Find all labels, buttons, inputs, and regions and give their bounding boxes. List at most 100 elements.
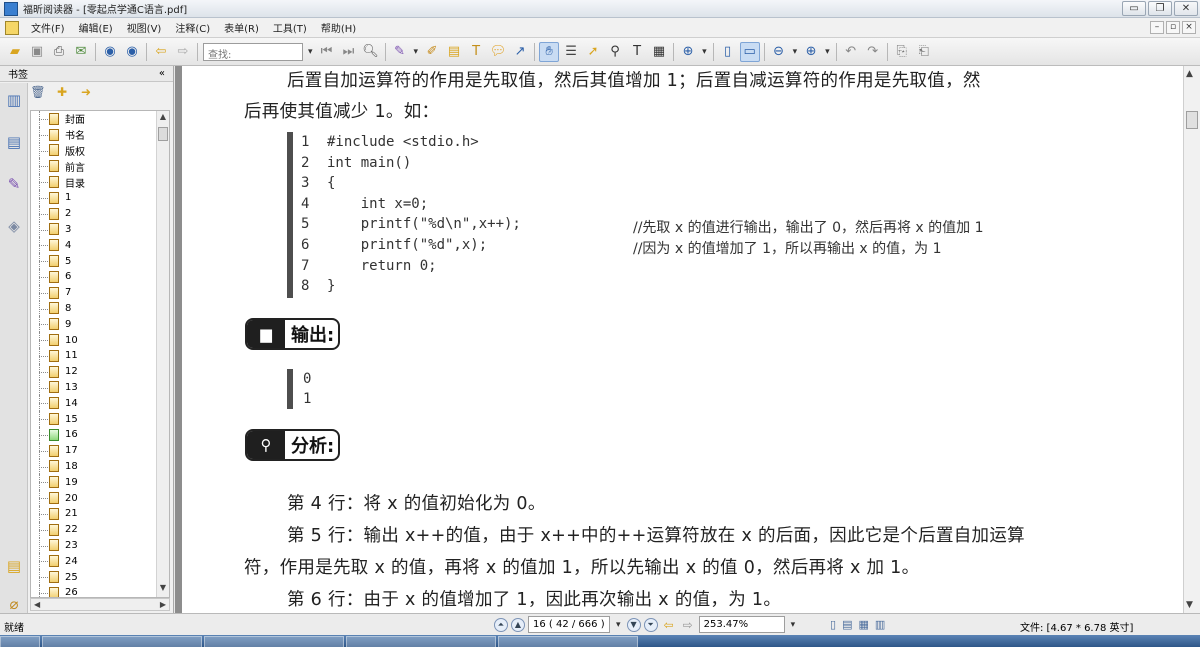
bookmark-item[interactable]: 书名 [31,126,169,143]
search-input[interactable]: 查找: [203,42,303,61]
close-button[interactable]: ✕ [1174,1,1198,16]
bookmark-item[interactable]: 目录 [31,174,169,190]
menu-help[interactable]: 帮助(H) [314,20,363,35]
single-page-icon[interactable]: ▯ [830,618,836,631]
bookmark-item[interactable]: 16 [31,426,169,443]
zoom-dropdown-icon[interactable]: ▾ [702,47,707,57]
binoculars-icon[interactable]: ⚲ [605,42,625,62]
open-icon[interactable]: ▰ [5,42,25,62]
bookmark-options-icon[interactable]: ➜ [78,85,94,99]
fit-width-icon[interactable]: ▭ [739,41,760,62]
search-dropdown-icon[interactable]: ▾ [308,47,313,57]
prev-page-icon[interactable]: ▲ [511,617,525,632]
doc-close-button[interactable]: × [1182,21,1196,34]
annotate-icon[interactable]: ✎ [390,42,410,62]
bookmark-item[interactable]: 21 [31,505,169,522]
scroll-right-icon[interactable]: ▶ [160,600,166,609]
bookmark-item[interactable]: 8 [31,300,169,317]
email-icon[interactable]: ✉ [71,42,91,62]
bookmark-item[interactable]: 15 [31,411,169,427]
collapse-panel-button[interactable]: « [159,68,165,79]
next-page-icon[interactable]: ◉ [122,42,142,62]
taskbar-button[interactable] [204,636,344,647]
history-forward-icon[interactable]: ⇨ [683,618,693,632]
fit-page-icon[interactable]: ▯ [718,42,738,62]
bookmark-hscrollbar[interactable]: ◀ ▶ [30,598,170,611]
bookmark-item[interactable]: 20 [31,490,169,506]
bookmark-item[interactable]: 9 [31,316,169,332]
back-icon[interactable]: ⇦ [151,42,171,62]
menu-file[interactable]: 文件(F) [24,20,72,35]
attachments-tab-icon[interactable]: ⌀ [3,593,25,615]
bookmark-item[interactable]: 22 [31,521,169,538]
bookmark-item[interactable]: 1 [31,189,169,206]
bookmarks-tab-icon[interactable]: ▥ [3,89,25,111]
search-icon[interactable]: 🔍︎ [361,42,381,62]
menu-tools[interactable]: 工具(T) [266,20,314,35]
menu-form[interactable]: 表单(R) [217,20,266,35]
next-page-icon[interactable]: ▼ [626,617,641,632]
history-back-icon[interactable]: ⇦ [664,618,674,632]
scroll-down-icon[interactable]: ▼ [157,583,169,596]
forward-icon[interactable]: ⇨ [173,42,193,62]
pencil-icon[interactable]: ✐ [422,42,442,62]
taskbar-button[interactable] [498,636,638,647]
doc-scroll-up-icon[interactable]: ▲ [1186,69,1193,79]
scroll-left-icon[interactable]: ◀ [34,600,40,609]
delete-bookmark-icon[interactable]: 🗑︎ [30,85,46,99]
doc-scroll-thumb[interactable] [1186,111,1198,129]
continuous-icon[interactable]: ▤ [842,618,852,631]
snapshot-icon[interactable]: ▦ [649,42,669,62]
textbox-icon[interactable]: T [466,42,486,62]
bookmark-item[interactable]: 5 [31,253,169,269]
bookmark-item[interactable]: 17 [31,442,169,459]
zoom-out-dropdown-icon[interactable]: ▾ [793,47,798,57]
bookmark-item[interactable]: 3 [31,221,169,238]
select-icon[interactable]: ➚ [583,42,603,62]
bookmark-item[interactable]: 4 [31,237,169,253]
facing-icon[interactable]: ▦ [858,618,868,631]
page-number-field[interactable]: 16 ( 42 / 666 ) [528,616,610,633]
arrow-icon[interactable]: ↗ [510,42,530,62]
bookmark-item[interactable]: 23 [31,537,169,554]
bookmark-item[interactable]: 版权 [31,142,169,159]
document-scrollbar[interactable]: ▲ ▼ [1183,66,1200,613]
save-icon[interactable]: ▣ [27,42,47,62]
hand-tool-icon[interactable]: ✋︎ [539,41,560,62]
bookmark-item[interactable]: 24 [31,553,169,569]
zoom-icon[interactable]: ⊕ [678,42,698,62]
bookmark-item[interactable]: 封面 [31,111,169,127]
annotate-dropdown-icon[interactable]: ▾ [414,47,419,57]
bookmark-item[interactable]: 10 [31,332,169,348]
last-page-icon[interactable]: ⏷ [643,617,658,632]
document-view[interactable]: 后置自加运算符的作用是先取值，然后其值增加 1；后置自减运算符的作用是先取值，然… [175,66,1183,613]
bookmark-item[interactable]: 12 [31,363,169,380]
bookmark-item[interactable]: 18 [31,458,169,475]
rotate-right-icon[interactable]: ↷ [863,42,883,62]
minimize-button[interactable]: ▭ [1122,1,1146,16]
menu-edit[interactable]: 编辑(E) [72,20,120,35]
restore-button[interactable]: ❐ [1148,1,1172,16]
print-icon[interactable]: ⎙ [49,42,69,62]
start-button[interactable] [0,636,40,647]
note-icon[interactable]: ▤ [444,42,464,62]
bookmark-item[interactable]: 11 [31,347,169,364]
menu-view[interactable]: 视图(V) [120,20,169,35]
select-text-icon[interactable]: ☰ [561,42,581,62]
zoom-in-dropdown-icon[interactable]: ▾ [825,47,830,57]
comment-icon[interactable]: 💬︎ [488,42,508,62]
bookmark-item[interactable]: 14 [31,395,169,411]
taskbar-button[interactable] [346,636,496,647]
zoom-level-field[interactable]: 253.47% [698,616,785,633]
first-page-icon[interactable]: ⏶ [494,617,508,632]
doc-minimize-button[interactable]: – [1150,21,1164,34]
scroll-up-icon[interactable]: ▲ [157,112,169,125]
zoom-out-icon[interactable]: ⊖ [769,42,789,62]
text-select-icon[interactable]: T [627,42,647,62]
page-dropdown-icon[interactable]: ▾ [616,620,621,630]
pages-tab-icon[interactable]: ▤ [3,131,25,153]
find-next-icon[interactable]: ⏭ [339,42,359,62]
bookmark-item[interactable]: 6 [31,268,169,285]
bookmark-item[interactable]: 7 [31,284,169,301]
taskbar-button[interactable] [42,636,202,647]
